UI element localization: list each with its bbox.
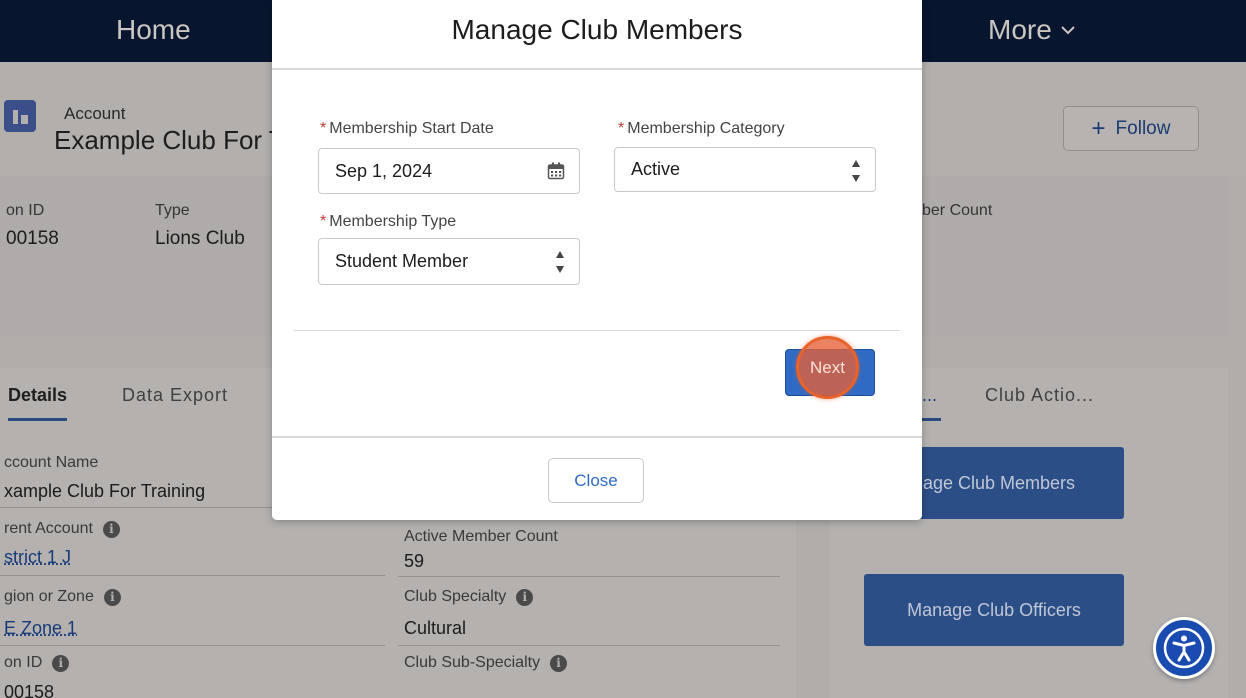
accessibility-icon <box>1163 627 1205 669</box>
field-label-club-sub-specialty: Club Sub-Specialty i <box>404 654 568 672</box>
plus-icon: + <box>1091 114 1106 142</box>
field-label-parent-account: rent Account i <box>4 520 120 538</box>
info-icon[interactable]: i <box>516 588 534 606</box>
highlight-label: on ID <box>6 202 45 219</box>
modal-divider <box>294 330 900 331</box>
required-mark: * <box>618 120 625 137</box>
info-icon[interactable]: i <box>103 588 121 606</box>
next-button-label: Next <box>810 357 845 377</box>
modal-footer: Close <box>272 436 922 520</box>
manage-club-officers-button[interactable]: Manage Club Officers <box>864 574 1124 646</box>
info-icon[interactable]: i <box>52 654 70 672</box>
nav-item-more[interactable]: More <box>988 14 1076 46</box>
start-date-label-text: Membership Start Date <box>329 120 494 137</box>
field-label-text: Club Specialty <box>404 588 507 605</box>
select-arrows-icon <box>555 251 565 273</box>
highlight-value: Lions Club <box>155 228 245 249</box>
field-value-account-name: xample Club For Training <box>4 481 206 501</box>
chevron-down-icon <box>1061 26 1075 35</box>
field-label-active-member-count: Active Member Count <box>404 528 558 546</box>
field-label-text: gion or Zone <box>4 588 94 605</box>
nav-more-label: More <box>988 14 1052 45</box>
field-value-active-member-count: 59 <box>404 551 425 571</box>
tab-side-first[interactable]: ... <box>909 385 942 421</box>
record-title: Example Club For T <box>54 125 285 155</box>
highlight-value: 00158 <box>6 228 59 249</box>
manage-club-members-modal: Manage Club Members * Membership Start Da… <box>272 0 922 520</box>
field-divider <box>0 645 385 646</box>
close-button[interactable]: Close <box>548 458 644 503</box>
field-label-text: ccount Name <box>4 454 99 471</box>
manage-club-officers-label: Manage Club Officers <box>907 599 1081 620</box>
type-label-text: Membership Type <box>329 213 457 230</box>
record-object-label: Account <box>64 104 126 123</box>
manage-club-members-label: nage Club Members <box>912 472 1076 493</box>
required-mark: * <box>320 213 327 230</box>
start-date-label: * Membership Start Date <box>320 120 494 138</box>
follow-label: Follow <box>1115 117 1171 139</box>
field-label-club-specialty: Club Specialty i <box>404 588 534 606</box>
tab-club-actions[interactable]: Club Actio... <box>985 385 1094 406</box>
membership-category-select[interactable]: Active <box>614 147 876 192</box>
category-value: Active <box>631 159 681 179</box>
field-label-region-zone: gion or Zone i <box>4 588 121 606</box>
category-label: * Membership Category <box>618 120 785 138</box>
follow-button[interactable]: + Follow <box>1063 106 1199 151</box>
calendar-icon[interactable] <box>547 162 565 180</box>
parent-account-link[interactable]: strict 1 J <box>4 547 71 568</box>
type-label: * Membership Type <box>320 213 456 231</box>
highlight-label: Type <box>155 202 190 219</box>
modal-header: Manage Club Members <box>272 0 922 70</box>
field-divider <box>0 575 385 576</box>
membership-type-select[interactable]: Student Member <box>318 238 580 285</box>
field-value-club-specialty: Cultural <box>404 618 467 638</box>
field-divider <box>398 645 780 646</box>
field-label-text: on ID <box>4 654 43 671</box>
info-icon[interactable]: i <box>550 654 568 672</box>
field-label-text: Active Member Count <box>404 528 558 545</box>
info-icon[interactable]: i <box>102 520 120 538</box>
nav-item-home[interactable]: Home <box>116 14 191 46</box>
click-marker: Next <box>796 336 859 399</box>
start-date-value: Sep 1, 2024 <box>335 160 433 181</box>
field-value-on-id: 00158 <box>4 682 55 698</box>
field-label-account-name: ccount Name <box>4 454 98 472</box>
type-value: Student Member <box>335 251 469 271</box>
tab-data-export[interactable]: Data Export <box>122 385 228 406</box>
category-label-text: Membership Category <box>627 120 785 137</box>
tab-details[interactable]: Details <box>8 385 68 421</box>
highlight-label: ber Count <box>922 202 993 219</box>
required-mark: * <box>320 120 327 137</box>
account-record-icon <box>4 100 36 132</box>
start-date-input[interactable]: Sep 1, 2024 <box>318 148 580 194</box>
accessibility-button[interactable] <box>1153 617 1215 679</box>
field-label-text: rent Account <box>4 520 93 537</box>
field-divider <box>398 576 780 577</box>
region-zone-link[interactable]: E Zone 1 <box>4 618 77 639</box>
field-label-text: Club Sub-Specialty <box>404 654 541 671</box>
modal-title: Manage Club Members <box>451 14 743 45</box>
select-arrows-icon <box>851 160 861 182</box>
field-label-on-id: on ID i <box>4 654 70 672</box>
